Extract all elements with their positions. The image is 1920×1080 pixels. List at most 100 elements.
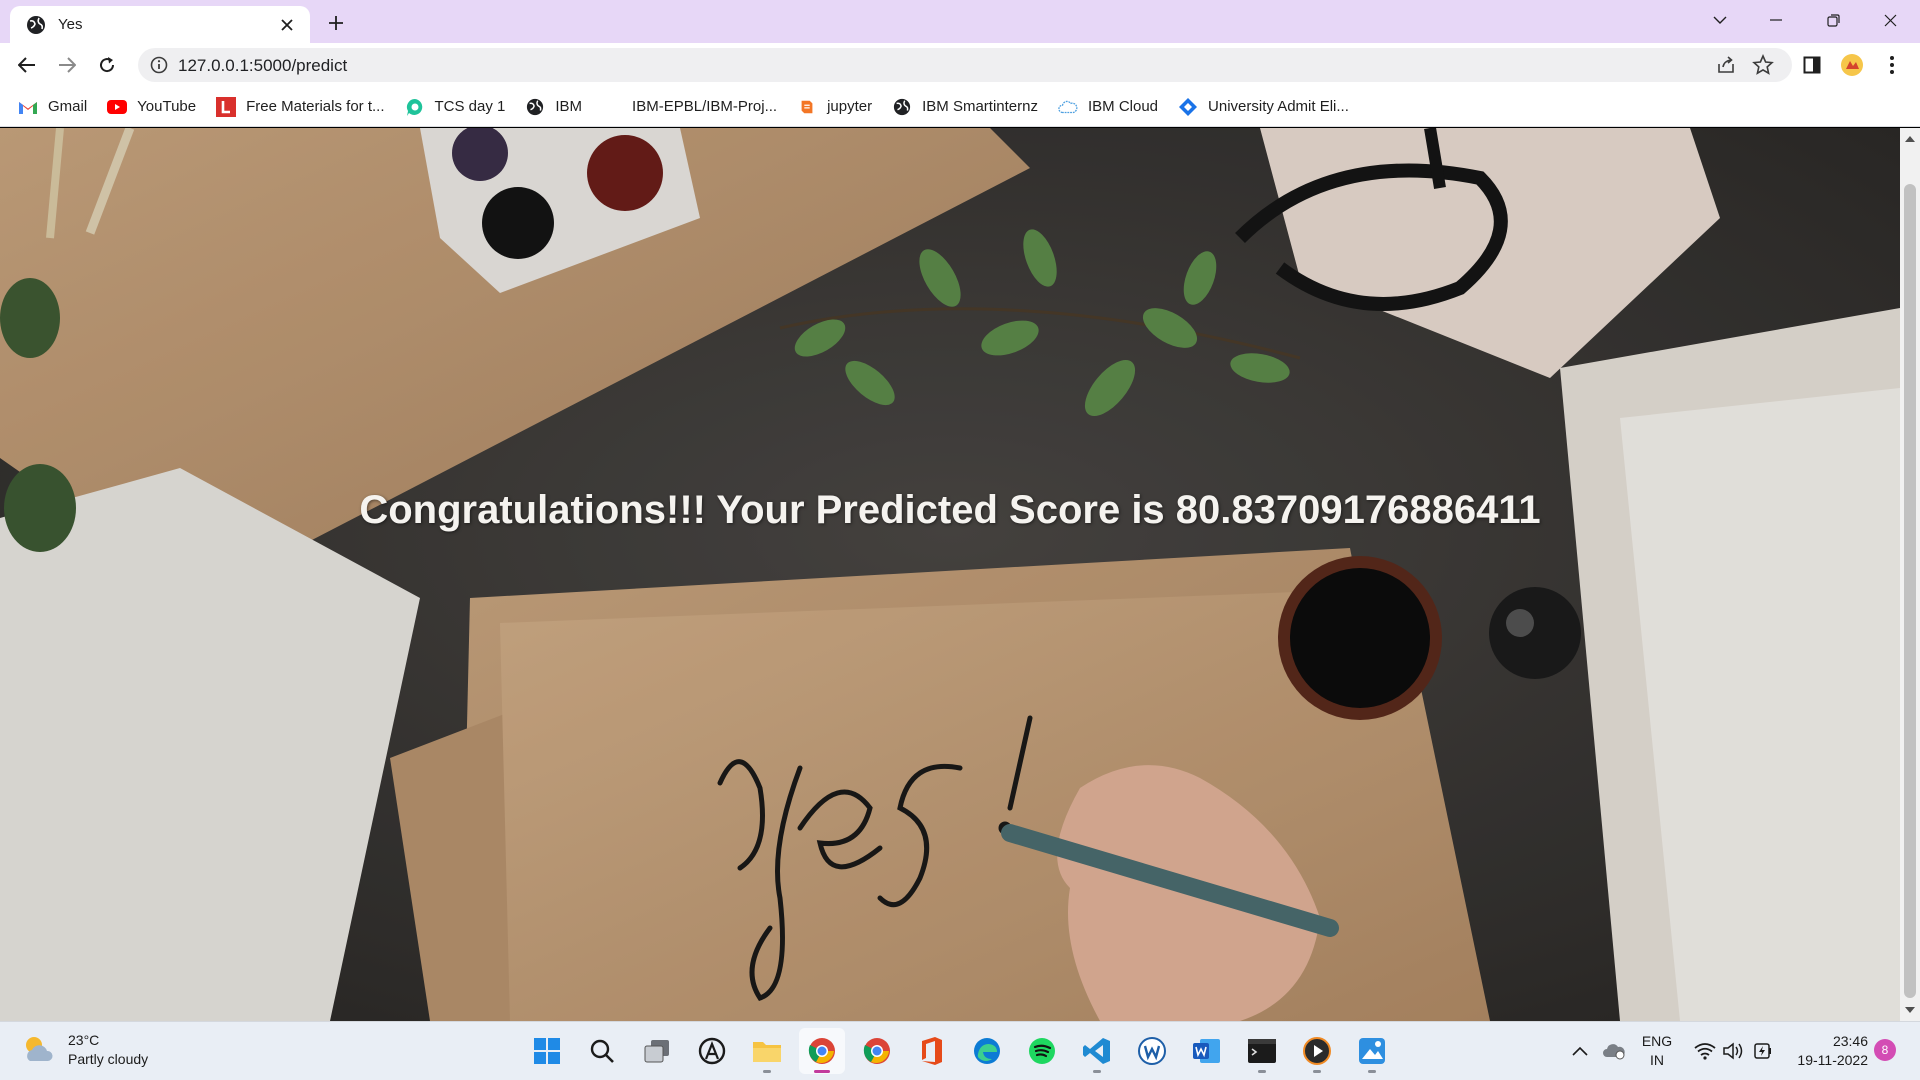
taskbar-search-button[interactable] xyxy=(579,1028,625,1074)
bookmark-label: IBM-EPBL/IBM-Proj... xyxy=(632,98,778,115)
running-indicator xyxy=(763,1070,771,1073)
bookmarks-bar: Gmail YouTube Free Materials for t... TC… xyxy=(0,87,1920,127)
reload-button[interactable] xyxy=(92,50,122,80)
bookmark-label: Gmail xyxy=(48,98,88,115)
info-icon[interactable] xyxy=(150,56,168,74)
browser-toolbar: 127.0.0.1:5000/predict xyxy=(0,43,1920,87)
new-tab-button[interactable] xyxy=(322,9,350,37)
bookmark-label: IBM xyxy=(555,98,583,115)
battery-charging-icon[interactable] xyxy=(1752,1022,1774,1080)
menu-kebab-icon[interactable] xyxy=(1878,51,1906,79)
scroll-down-arrow-icon[interactable] xyxy=(1905,1007,1915,1013)
url-text[interactable]: 127.0.0.1:5000/predict xyxy=(178,56,347,76)
partly-cloudy-icon xyxy=(26,1037,53,1061)
minimize-button[interactable] xyxy=(1756,6,1796,34)
back-button[interactable] xyxy=(12,50,42,80)
browser-titlebar: Yes xyxy=(0,0,1920,43)
cloud-icon xyxy=(1058,97,1078,117)
onedrive-icon[interactable] xyxy=(1602,1022,1626,1080)
vscode-icon[interactable] xyxy=(1074,1028,1120,1074)
bookmark-label: IBM Smartinternz xyxy=(922,98,1038,115)
bookmark-label: University Admit Eli... xyxy=(1208,98,1349,115)
weather-widget[interactable]: 23°C Partly cloudy xyxy=(20,1031,148,1069)
windows-taskbar: 23°C Partly cloudy ENG IN 23:46 19-11-20… xyxy=(0,1021,1920,1080)
office-icon[interactable] xyxy=(909,1028,955,1074)
word-icon[interactable] xyxy=(1184,1028,1230,1074)
wifi-icon[interactable] xyxy=(1694,1022,1716,1080)
globe-icon xyxy=(525,97,545,117)
youtube-icon xyxy=(107,97,128,117)
chrome-canary-taskbar-icon[interactable] xyxy=(799,1028,845,1074)
tab-search-chevron-icon[interactable] xyxy=(1700,6,1740,34)
bookmark-label: YouTube xyxy=(137,98,197,115)
clock-date: 19-11-2022 xyxy=(1797,1052,1868,1068)
profile-avatar[interactable] xyxy=(1838,51,1866,79)
running-indicator xyxy=(1368,1070,1376,1073)
task-view-button[interactable] xyxy=(634,1028,680,1074)
media-player-icon[interactable] xyxy=(1294,1028,1340,1074)
bookmark-tcs-day-1[interactable]: TCS day 1 xyxy=(405,97,506,117)
bookmark-free-materials[interactable]: Free Materials for t... xyxy=(216,96,385,117)
l-logo-icon xyxy=(216,96,237,117)
clock-time: 23:46 xyxy=(1832,1033,1868,1049)
widgets-app-icon[interactable] xyxy=(689,1028,735,1074)
github-icon xyxy=(602,97,622,117)
language-indicator[interactable]: ENG IN xyxy=(1640,1032,1674,1070)
browser-tab[interactable]: Yes xyxy=(10,6,310,43)
language-code: ENG xyxy=(1641,1033,1673,1049)
bookmark-jupyter[interactable]: jupyter xyxy=(797,97,872,117)
tray-overflow-chevron-icon[interactable] xyxy=(1572,1022,1588,1080)
predicted-score-heading: Congratulations!!! Your Predicted Score … xyxy=(359,488,1541,532)
chat-icon xyxy=(405,97,425,117)
tab-close-icon[interactable] xyxy=(276,14,298,36)
system-clock[interactable]: 23:46 19-11-2022 xyxy=(1790,1032,1868,1070)
weather-temperature: 23°C xyxy=(68,1032,100,1048)
bookmark-university-admit[interactable]: University Admit Eli... xyxy=(1178,97,1349,117)
close-window-button[interactable] xyxy=(1870,6,1910,34)
running-indicator xyxy=(1258,1070,1266,1073)
bookmark-star-icon[interactable] xyxy=(1752,54,1774,76)
scrollbar-thumb[interactable] xyxy=(1904,184,1916,998)
notification-badge[interactable]: 8 xyxy=(1874,1039,1896,1061)
whatsapp-style-icon[interactable] xyxy=(1129,1028,1175,1074)
bookmark-youtube[interactable]: YouTube xyxy=(107,97,196,117)
bookmark-label: TCS day 1 xyxy=(434,98,506,115)
bookmark-gmail[interactable]: Gmail xyxy=(18,97,87,117)
taskbar-apps xyxy=(524,1028,1404,1074)
bookmark-label: IBM Cloud xyxy=(1087,98,1159,115)
bookmark-ibm-smartinternz[interactable]: IBM Smartinternz xyxy=(892,97,1038,117)
page-scrollbar[interactable] xyxy=(1900,128,1920,1021)
scroll-up-arrow-icon[interactable] xyxy=(1905,136,1915,142)
forward-button[interactable] xyxy=(52,50,82,80)
gmail-icon xyxy=(18,97,38,117)
globe-icon xyxy=(892,97,912,117)
restore-button[interactable] xyxy=(1813,6,1853,34)
region-code: IN xyxy=(1650,1052,1664,1068)
share-icon[interactable] xyxy=(1716,55,1736,75)
spotify-icon[interactable] xyxy=(1019,1028,1065,1074)
bookmark-ibm-epbl[interactable]: IBM-EPBL/IBM-Proj... xyxy=(602,97,777,117)
diamond-icon xyxy=(1178,97,1198,117)
background-photo xyxy=(0,128,1900,1021)
running-indicator xyxy=(1093,1070,1101,1073)
terminal-icon[interactable] xyxy=(1239,1028,1285,1074)
chrome-taskbar-icon[interactable] xyxy=(854,1028,900,1074)
jupyter-icon xyxy=(797,97,817,117)
edge-icon[interactable] xyxy=(964,1028,1010,1074)
start-button[interactable] xyxy=(524,1028,570,1074)
weather-condition: Partly cloudy xyxy=(68,1051,149,1067)
tab-title: Yes xyxy=(58,16,83,33)
side-panel-icon[interactable] xyxy=(1798,51,1826,79)
bookmark-label: Free Materials for t... xyxy=(246,98,385,115)
running-indicator xyxy=(1313,1070,1321,1073)
volume-icon[interactable] xyxy=(1722,1022,1744,1080)
globe-icon xyxy=(27,15,45,34)
bookmark-ibm-cloud[interactable]: IBM Cloud xyxy=(1058,97,1158,117)
page-viewport: Congratulations!!! Your Predicted Score … xyxy=(0,128,1900,1021)
active-window-indicator xyxy=(814,1070,830,1073)
photos-icon[interactable] xyxy=(1349,1028,1395,1074)
bookmark-ibm[interactable]: IBM xyxy=(525,97,582,117)
file-explorer-icon[interactable] xyxy=(744,1028,790,1074)
address-bar[interactable]: 127.0.0.1:5000/predict xyxy=(138,48,1792,82)
bookmark-label: jupyter xyxy=(827,98,873,115)
